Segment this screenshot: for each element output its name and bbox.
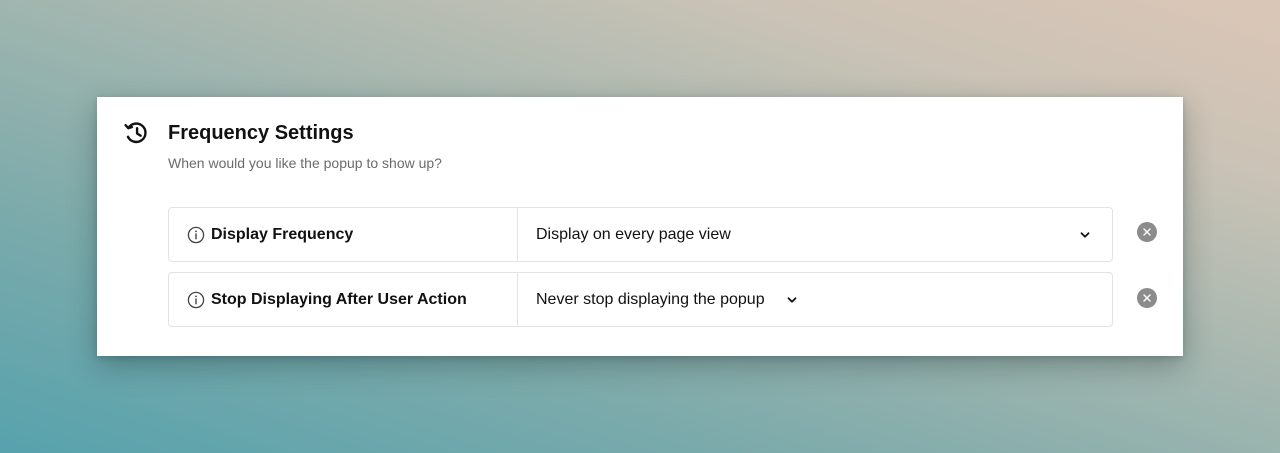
setting-row-display-frequency: Display Frequency Display on every page … bbox=[168, 207, 1113, 262]
history-icon bbox=[124, 122, 147, 144]
setting-label: Stop Displaying After User Action bbox=[211, 291, 467, 308]
setting-label-cell: Display Frequency bbox=[169, 208, 518, 261]
select-value: Never stop displaying the popup bbox=[536, 291, 765, 308]
remove-display-frequency-button[interactable] bbox=[1137, 222, 1157, 242]
chevron-down-icon bbox=[787, 297, 797, 303]
panel-subtitle: When would you like the popup to show up… bbox=[168, 155, 442, 171]
select-value: Display on every page view bbox=[536, 226, 731, 243]
setting-label-cell: Stop Displaying After User Action bbox=[169, 273, 518, 326]
close-icon bbox=[1143, 228, 1151, 236]
close-icon bbox=[1143, 294, 1151, 302]
display-frequency-select[interactable]: Display on every page view bbox=[518, 208, 1112, 261]
chevron-down-icon bbox=[1080, 232, 1090, 238]
remove-stop-displaying-button[interactable] bbox=[1137, 288, 1157, 308]
setting-row-stop-displaying: Stop Displaying After User Action Never … bbox=[168, 272, 1113, 327]
panel-title: Frequency Settings bbox=[168, 122, 354, 144]
stop-displaying-select[interactable]: Never stop displaying the popup bbox=[518, 273, 818, 326]
info-icon[interactable] bbox=[187, 226, 205, 244]
info-icon[interactable] bbox=[187, 291, 205, 309]
frequency-settings-panel: Frequency Settings When would you like t… bbox=[97, 97, 1183, 356]
setting-label: Display Frequency bbox=[211, 226, 354, 243]
